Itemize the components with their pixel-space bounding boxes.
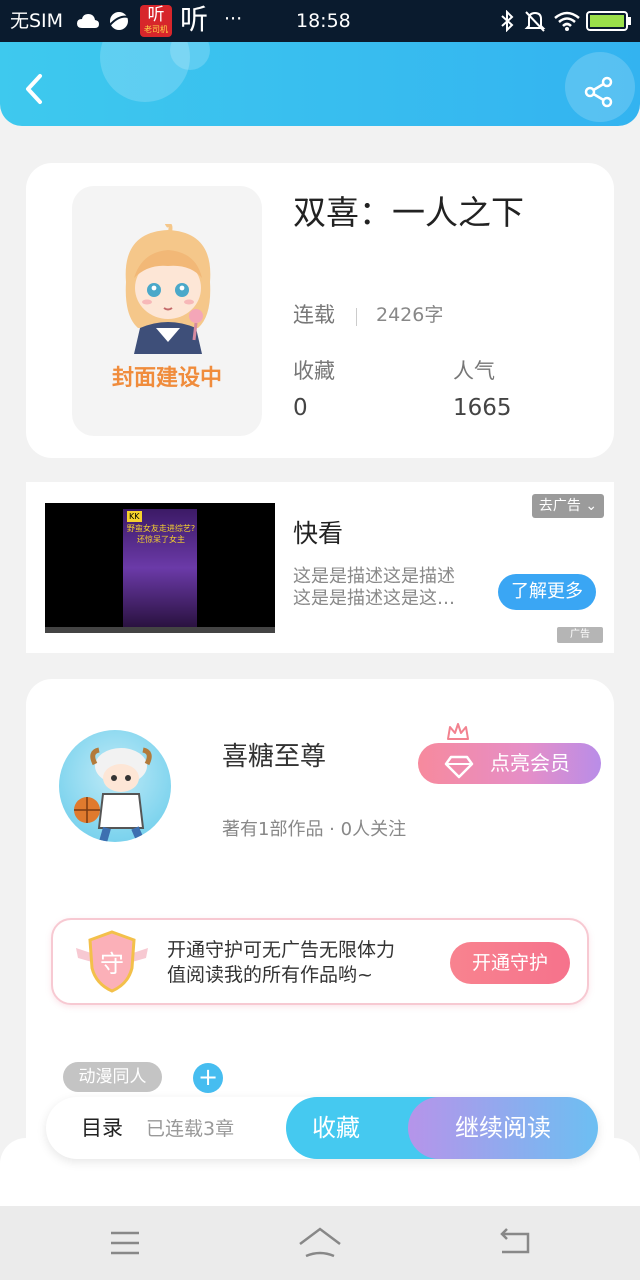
remove-ad-label: 去广告 [538,498,581,514]
listen-app-icon: 听 [180,3,209,36]
guard-description: 开通守护可无广告无限体力 值阅读我的所有作品哟~ [167,938,395,988]
ad-poster-caption: 野蛮女友走进综艺?还惊呆了女主 [126,524,196,544]
status-bar: 无SIM 听 老司机 听 ··· 18:58 [0,0,640,42]
ad-title: 快看 [293,519,344,548]
guard-badge-text: 守 [100,950,124,978]
ad-mark-label: 广告 [570,629,590,640]
favorites-value: 0 [293,395,308,421]
serial-status: 连载 [293,303,335,327]
back-icon[interactable] [20,72,48,110]
header-bar [0,42,640,126]
battery-icon [586,11,632,35]
add-tag-button[interactable]: + [193,1063,223,1093]
ad-image[interactable]: KK 野蛮女友走进综艺?还惊呆了女主 [45,503,275,633]
book-cover[interactable]: 封面建设中 [72,186,262,436]
author-avatar[interactable] [59,730,171,842]
clock: 18:58 [296,10,351,32]
author-name: 喜糖至尊 [222,742,327,772]
ad-video-bar [45,627,275,633]
book-title: 双喜：一人之下 [293,193,524,232]
vip-button-label: 点亮会员 [490,751,570,775]
carrier-label: 无SIM [10,10,64,32]
mute-bell-icon [524,9,546,37]
home-icon[interactable] [298,1226,342,1264]
bluetooth-icon [499,9,515,36]
guard-shield-icon: 守 [72,928,152,998]
vip-button[interactable]: 点亮会员 [418,743,601,784]
popularity-label: 人气 [453,359,495,383]
author-stats: 著有1部作品 · 0人关注 [222,819,407,840]
avatar-illustration [74,747,152,842]
continue-reading-button[interactable]: 继续阅读 [408,1097,598,1159]
system-nav-bar [0,1206,640,1280]
ad-mark: 广告 [557,627,603,643]
word-count: 2426字 [376,304,444,326]
cover-mascot-image [125,224,211,354]
favorites-label: 收藏 [293,359,335,383]
catalog-button[interactable]: 目录 [81,1113,123,1143]
more-notifications-icon: ··· [224,8,243,30]
ad-description: 这是是描述这是描述这是是描述这是这… [293,566,455,609]
tag-chip[interactable]: 动漫同人 [63,1062,162,1092]
ad-app-logo: KK [127,511,142,522]
diamond-icon [444,752,474,793]
planet-icon [108,10,130,36]
return-icon[interactable] [498,1228,532,1262]
chevron-down-icon: ⌄ [585,498,598,514]
cloud-icon [76,12,100,34]
app-badge-icon: 听 老司机 [140,5,172,37]
remove-ad-button[interactable]: 去广告 ⌄ [532,494,604,518]
guard-text-line1: 开通守护可无广告无限体力 [167,939,396,961]
meta-divider [356,308,357,326]
app-badge-text: 听 [147,5,165,25]
guard-text-line2: 值阅读我的所有作品哟~ [167,964,373,986]
cover-placeholder-text: 封面建设中 [111,366,222,391]
menu-icon[interactable] [110,1231,140,1259]
app-badge-subtext: 老司机 [144,25,168,34]
chapter-count: 已连载3章 [146,1118,235,1140]
popularity-value: 1665 [453,395,512,421]
wifi-icon [553,10,581,36]
share-icon[interactable] [583,76,615,112]
open-guard-button[interactable]: 开通守护 [450,942,570,984]
learn-more-button[interactable]: 了解更多 [498,574,596,610]
